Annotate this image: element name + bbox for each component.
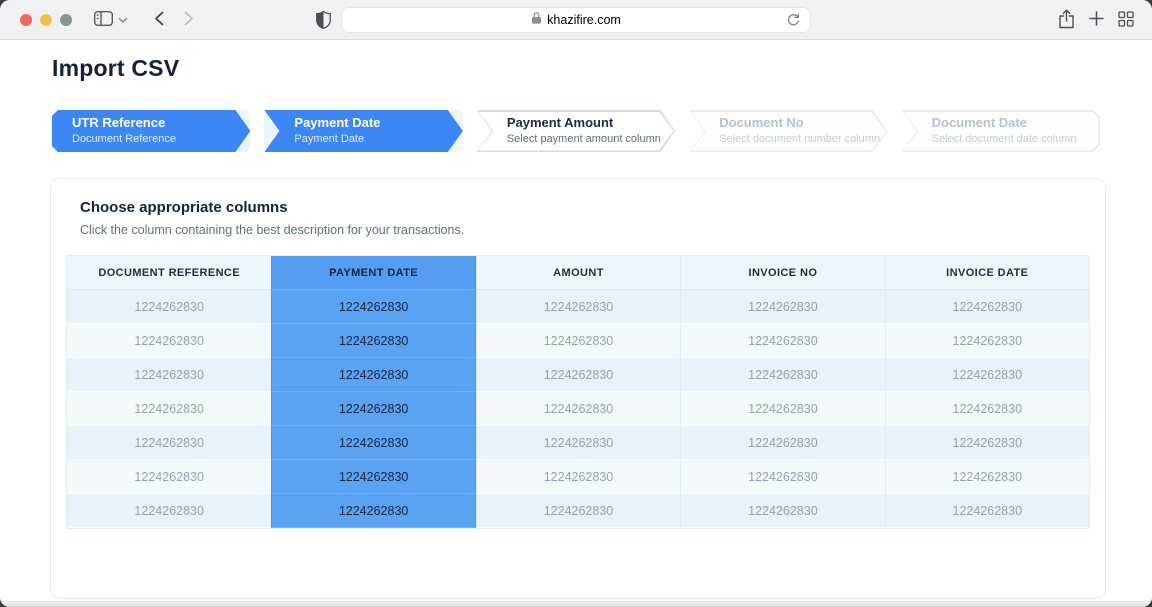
table-cell-r7-document-reference[interactable]: 1224262830 (67, 494, 271, 528)
share-icon (1058, 9, 1075, 32)
table-cell-r6-amount[interactable]: 1224262830 (476, 460, 680, 494)
table-cell-r3-invoice-no[interactable]: 1224262830 (680, 358, 884, 392)
table-cell-r2-payment-date[interactable]: 1224262830 (271, 324, 475, 358)
step-subtitle: Payment Date (294, 132, 462, 146)
table-cell-r2-invoice-date[interactable]: 1224262830 (885, 324, 1089, 358)
shield-icon (316, 11, 331, 32)
page-content: Import CSV UTR Reference Document Refere… (0, 55, 1152, 607)
card-heading: Choose appropriate columns (80, 199, 1090, 216)
column-header-invoice-no[interactable]: INVOICE NO (680, 256, 884, 290)
table-cell-r7-invoice-no[interactable]: 1224262830 (680, 494, 884, 528)
table-cell-r3-payment-date[interactable]: 1224262830 (271, 358, 475, 392)
back-chevron-icon (154, 11, 164, 29)
step-payment-date[interactable]: Payment Date Payment Date (264, 110, 462, 152)
forward-button[interactable] (184, 11, 194, 29)
table-cell-r7-invoice-date[interactable]: 1224262830 (885, 494, 1089, 528)
step-subtitle: Document Reference (72, 132, 250, 146)
step-utr-reference[interactable]: UTR Reference Document Reference (52, 110, 250, 152)
table-cell-r3-amount[interactable]: 1224262830 (476, 358, 680, 392)
reload-icon (787, 13, 801, 30)
table-cell-r4-payment-date[interactable]: 1224262830 (271, 392, 475, 426)
table-cell-r7-amount[interactable]: 1224262830 (476, 494, 680, 528)
columns-table: DOCUMENT REFERENCEPAYMENT DATEAMOUNTINVO… (66, 255, 1090, 529)
back-button[interactable] (154, 11, 164, 29)
import-stepper: UTR Reference Document Reference Payment… (52, 110, 1100, 152)
page-title: Import CSV (52, 55, 1152, 82)
sidebar-toggle-button[interactable] (94, 11, 113, 29)
table-cell-r4-invoice-date[interactable]: 1224262830 (885, 392, 1089, 426)
new-tab-button[interactable] (1089, 11, 1104, 29)
step-subtitle: Select document date column (932, 132, 1100, 146)
table-cell-r5-document-reference[interactable]: 1224262830 (67, 426, 271, 460)
step-title: Payment Date (294, 115, 462, 131)
address-bar[interactable]: khazifire.com (342, 7, 811, 33)
reload-button[interactable] (787, 13, 801, 30)
browser-window: khazifire.com (0, 0, 1152, 607)
window-controls (20, 14, 72, 26)
table-cell-r1-payment-date[interactable]: 1224262830 (271, 290, 475, 324)
close-window-button[interactable] (20, 14, 32, 26)
browser-toolbar: khazifire.com (0, 0, 1152, 40)
column-header-invoice-date[interactable]: INVOICE DATE (885, 256, 1089, 290)
table-cell-r1-amount[interactable]: 1224262830 (476, 290, 680, 324)
forward-chevron-icon (184, 11, 194, 29)
step-title: Document Date (932, 115, 1100, 131)
table-cell-r2-document-reference[interactable]: 1224262830 (67, 324, 271, 358)
table-cell-r2-invoice-no[interactable]: 1224262830 (680, 324, 884, 358)
chevron-down-icon (118, 12, 128, 27)
step-title: Payment Amount (507, 115, 675, 131)
table-cell-r5-payment-date[interactable]: 1224262830 (271, 426, 475, 460)
table-cell-r6-invoice-date[interactable]: 1224262830 (885, 460, 1089, 494)
plus-icon (1089, 11, 1104, 29)
choose-columns-card: Choose appropriate columns Click the col… (50, 178, 1106, 599)
table-cell-r6-document-reference[interactable]: 1224262830 (67, 460, 271, 494)
lock-icon (531, 11, 541, 29)
table-cell-r4-amount[interactable]: 1224262830 (476, 392, 680, 426)
table-cell-r1-invoice-date[interactable]: 1224262830 (885, 290, 1089, 324)
step-subtitle: Select payment amount column (507, 132, 675, 146)
window-bottom-edge (0, 601, 1152, 607)
step-title: UTR Reference (72, 115, 250, 131)
privacy-shield-button[interactable] (316, 11, 331, 32)
column-header-document-reference[interactable]: DOCUMENT REFERENCE (67, 256, 271, 290)
table-cell-r7-payment-date[interactable]: 1224262830 (271, 494, 475, 528)
tab-overview-button[interactable] (1118, 11, 1134, 30)
step-document-date: Document Date Select document date colum… (902, 110, 1100, 152)
step-subtitle: Select document number column (719, 132, 887, 146)
step-payment-amount[interactable]: Payment Amount Select payment amount col… (477, 110, 675, 152)
sidebar-menu-button[interactable] (118, 12, 128, 27)
table-cell-r4-invoice-no[interactable]: 1224262830 (680, 392, 884, 426)
table-cell-r5-amount[interactable]: 1224262830 (476, 426, 680, 460)
table-cell-r6-payment-date[interactable]: 1224262830 (271, 460, 475, 494)
zoom-window-button[interactable] (60, 14, 72, 26)
card-subheading: Click the column containing the best des… (80, 223, 1090, 237)
sidebar-icon (94, 11, 113, 29)
table-cell-r1-document-reference[interactable]: 1224262830 (67, 290, 271, 324)
table-cell-r1-invoice-no[interactable]: 1224262830 (680, 290, 884, 324)
column-header-amount[interactable]: AMOUNT (476, 256, 680, 290)
table-cell-r2-amount[interactable]: 1224262830 (476, 324, 680, 358)
table-cell-r5-invoice-no[interactable]: 1224262830 (680, 426, 884, 460)
minimize-window-button[interactable] (40, 14, 52, 26)
column-header-payment-date[interactable]: PAYMENT DATE (271, 256, 475, 290)
grid-icon (1118, 11, 1134, 30)
table-cell-r4-document-reference[interactable]: 1224262830 (67, 392, 271, 426)
step-document-no: Document No Select document number colum… (689, 110, 887, 152)
address-url: khazifire.com (547, 13, 621, 27)
table-cell-r6-invoice-no[interactable]: 1224262830 (680, 460, 884, 494)
table-cell-r5-invoice-date[interactable]: 1224262830 (885, 426, 1089, 460)
step-title: Document No (719, 115, 887, 131)
share-button[interactable] (1058, 9, 1075, 32)
table-cell-r3-invoice-date[interactable]: 1224262830 (885, 358, 1089, 392)
table-cell-r3-document-reference[interactable]: 1224262830 (67, 358, 271, 392)
